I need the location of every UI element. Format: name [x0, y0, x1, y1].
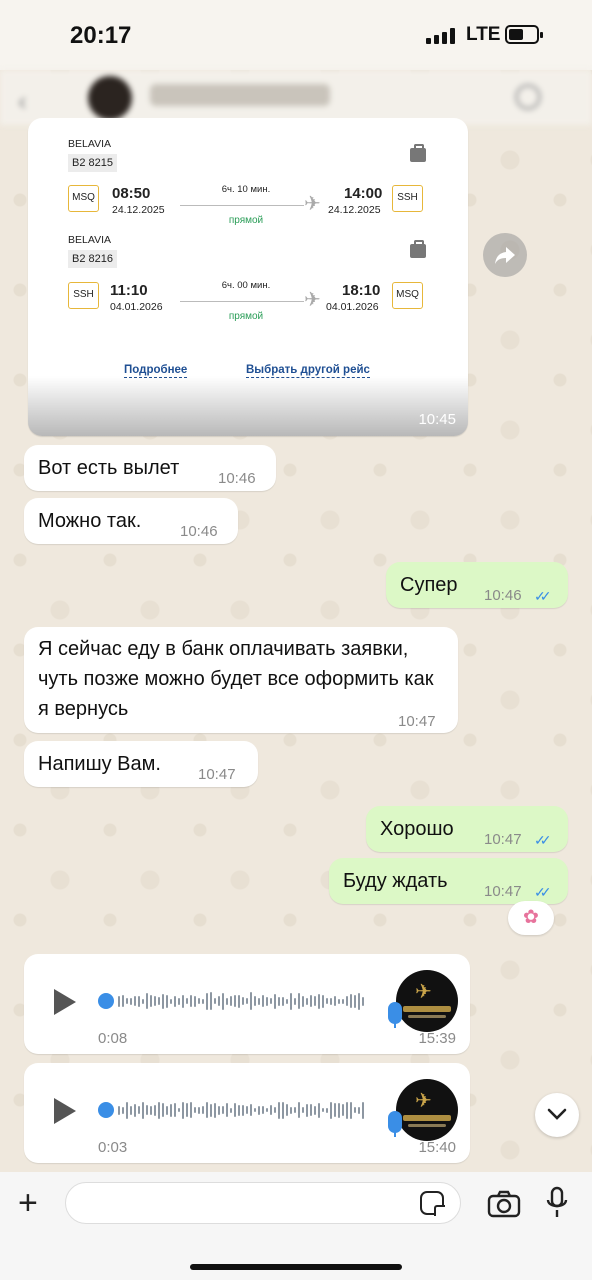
incoming-message[interactable]: Напишу Вам. 10:47 — [24, 741, 258, 787]
message-time: 10:46 — [218, 470, 256, 487]
outgoing-message[interactable]: Буду ждать 10:47 ✓✓ — [329, 858, 568, 904]
incoming-message[interactable]: Вот есть вылет 10:46 — [24, 445, 276, 491]
sender-avatar: ✈ — [396, 970, 458, 1032]
departure-date: 24.12.2025 — [112, 204, 165, 216]
baggage-icon — [410, 144, 426, 162]
voice-message[interactable]: 0:03 15:40 ✈ — [24, 1063, 470, 1163]
departure-date: 04.01.2026 — [110, 301, 163, 313]
incoming-message[interactable]: Можно так. 10:46 — [24, 498, 238, 544]
airline-name: BELAVIA — [68, 138, 111, 150]
plane-icon: ✈ — [304, 193, 321, 215]
message-time: 15:39 — [418, 1030, 456, 1047]
baggage-icon — [410, 240, 426, 258]
flight-number: B2 8215 — [68, 154, 117, 172]
incoming-message[interactable]: Я сейчас еду в банк оплачивать заявки, ч… — [24, 627, 458, 733]
airline-name: BELAVIA — [68, 234, 111, 246]
microphone-icon[interactable] — [546, 1186, 568, 1220]
image-message[interactable]: BELAVIA B2 8215 MSQ 08:50 24.12.2025 6ч.… — [28, 118, 468, 436]
message-input[interactable] — [65, 1182, 461, 1224]
arrival-code: SSH — [392, 185, 423, 212]
camera-icon[interactable] — [487, 1190, 521, 1218]
contact-name[interactable] — [150, 84, 330, 106]
image-shade — [28, 376, 468, 436]
outgoing-message[interactable]: Супер 10:46 ✓✓ — [386, 562, 568, 608]
arrival-date: 04.01.2026 — [326, 301, 379, 313]
message-time: 10:46 — [484, 587, 522, 604]
signal-icon — [426, 28, 455, 44]
scroll-down-button[interactable] — [535, 1093, 579, 1137]
mic-icon — [388, 1111, 402, 1137]
flight-number: B2 8216 — [68, 250, 117, 268]
route-line — [180, 301, 304, 302]
waveform[interactable] — [98, 988, 368, 1014]
play-icon[interactable] — [54, 1098, 76, 1124]
departure-time: 08:50 — [112, 185, 151, 202]
message-text: Буду ждать — [343, 870, 448, 892]
voice-duration: 0:03 — [98, 1139, 128, 1156]
arrival-code: MSQ — [392, 282, 423, 309]
flight-duration: 6ч. 10 мин. — [221, 184, 271, 195]
message-text: Хорошо — [380, 818, 454, 840]
arrival-time: 18:10 — [342, 282, 381, 299]
message-time: 10:47 — [198, 766, 236, 783]
message-time: 10:46 — [180, 523, 218, 540]
departure-time: 11:10 — [110, 282, 148, 299]
outgoing-message[interactable]: Хорошо 10:47 ✓✓ — [366, 806, 568, 852]
voice-message[interactable]: 0:08 15:39 ✈ — [24, 954, 470, 1054]
plus-icon[interactable]: + — [18, 1186, 38, 1220]
flight-duration: 6ч. 00 мин. — [221, 280, 271, 291]
message-time: 15:40 — [418, 1139, 456, 1156]
flight-ticket-card: BELAVIA B2 8215 MSQ 08:50 24.12.2025 6ч.… — [50, 118, 446, 420]
route-line — [180, 205, 304, 206]
call-icon[interactable] — [515, 84, 541, 110]
arrival-date: 24.12.2025 — [328, 204, 381, 216]
message-time: 10:45 — [418, 411, 456, 428]
message-text: Можно так. — [38, 510, 142, 532]
battery-icon — [505, 25, 543, 44]
play-icon[interactable] — [54, 989, 76, 1015]
message-text: Супер — [400, 574, 458, 596]
home-indicator — [190, 1264, 402, 1270]
back-icon[interactable]: ‹ — [18, 86, 27, 117]
voice-duration: 0:08 — [98, 1030, 128, 1047]
departure-code: SSH — [68, 282, 99, 309]
chevron-down-icon — [547, 1108, 567, 1120]
forward-icon — [495, 247, 515, 264]
sticker-icon[interactable] — [420, 1191, 445, 1216]
departure-code: MSQ — [68, 185, 99, 212]
sender-avatar: ✈ — [396, 1079, 458, 1141]
message-composer: + — [0, 1172, 592, 1280]
plane-icon: ✈ — [304, 289, 321, 311]
message-time: 10:47 — [484, 831, 522, 848]
contact-avatar[interactable] — [88, 76, 132, 120]
forward-button[interactable] — [483, 233, 527, 277]
flower-reaction-icon[interactable]: ✿ — [508, 901, 554, 935]
arrival-time: 14:00 — [344, 185, 383, 202]
read-receipt-icon: ✓✓ — [534, 832, 552, 848]
mic-icon — [388, 1002, 402, 1028]
message-text: Я сейчас еду в банк оплачивать заявки, ч… — [38, 638, 434, 720]
flight-type: прямой — [228, 215, 264, 226]
message-time: 10:47 — [398, 713, 436, 730]
read-receipt-icon: ✓✓ — [534, 588, 552, 604]
message-text: Напишу Вам. — [38, 753, 161, 775]
network-type: LTE — [466, 24, 501, 45]
flight-type: прямой — [228, 311, 264, 322]
status-bar: 20:17 LTE — [0, 0, 592, 70]
waveform[interactable] — [98, 1097, 368, 1123]
chat-header: ‹ — [0, 70, 592, 125]
message-text: Вот есть вылет — [38, 457, 180, 479]
status-time: 20:17 — [70, 22, 132, 49]
